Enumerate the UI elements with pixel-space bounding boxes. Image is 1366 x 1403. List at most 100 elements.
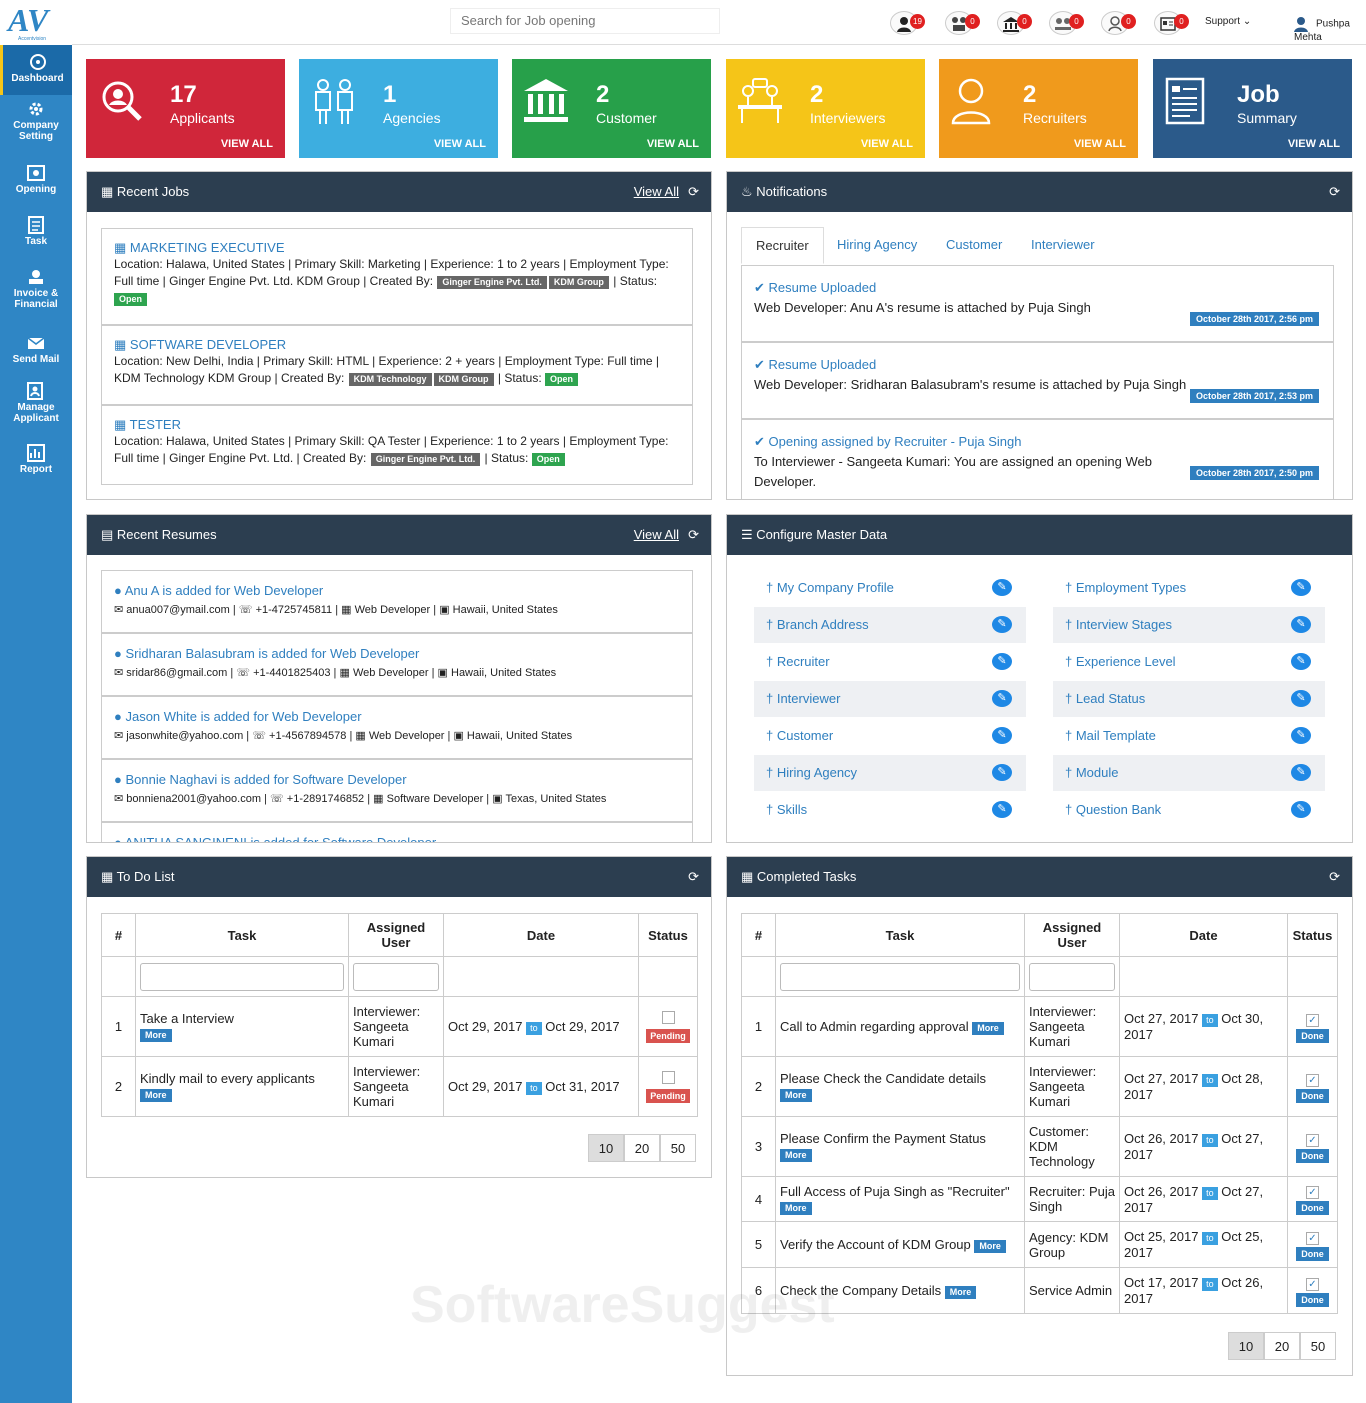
edit-icon[interactable]: ✎ xyxy=(1291,579,1311,596)
resume-item[interactable]: ● ANITHA SANGINENI is added for Software… xyxy=(101,822,693,842)
master-data-item[interactable]: † Branch Address ✎ xyxy=(754,607,1026,643)
page-size-50[interactable]: 50 xyxy=(660,1134,696,1162)
page-size-20[interactable]: 20 xyxy=(1264,1332,1300,1360)
master-data-label[interactable]: Skills xyxy=(777,802,807,817)
resume-title[interactable]: Sridharan Balasubram is added for Web De… xyxy=(125,646,419,661)
job-item[interactable]: ▦ TESTER Location: Halawa, United States… xyxy=(101,405,693,485)
master-data-label[interactable]: Branch Address xyxy=(777,617,869,632)
tab-recruiter[interactable]: Recruiter xyxy=(741,227,824,264)
master-data-item[interactable]: † Mail Template ✎ xyxy=(1053,718,1325,754)
status-checkbox[interactable] xyxy=(661,1010,675,1024)
page-size-10[interactable]: 10 xyxy=(1228,1332,1264,1360)
refresh-icon[interactable]: ⟳ xyxy=(688,857,699,897)
edit-icon[interactable]: ✎ xyxy=(992,764,1012,781)
card-agencies[interactable]: 1 Agencies VIEW ALL xyxy=(299,59,498,158)
master-data-label[interactable]: Interview Stages xyxy=(1076,617,1172,632)
status-checkbox[interactable] xyxy=(661,1070,675,1084)
user-filter-input[interactable] xyxy=(353,962,439,991)
user-menu[interactable]: Pushpa Mehta xyxy=(1294,16,1366,43)
sidebar-item-company-setting[interactable]: Company Setting xyxy=(0,100,72,155)
view-all-link[interactable]: VIEW ALL xyxy=(647,138,699,150)
master-data-item[interactable]: † Lead Status ✎ xyxy=(1053,681,1325,717)
sidebar-item-opening[interactable]: Opening xyxy=(0,164,72,212)
resume-item[interactable]: ● Anu A is added for Web Developer ✉ anua… xyxy=(101,570,693,633)
sidebar-item-task[interactable]: Task xyxy=(0,216,72,262)
tab-customer[interactable]: Customer xyxy=(932,227,1016,262)
master-data-label[interactable]: Question Bank xyxy=(1076,802,1161,817)
status-checkbox[interactable]: ✓ xyxy=(1306,1277,1319,1291)
tab-interviewer[interactable]: Interviewer xyxy=(1017,227,1109,262)
edit-icon[interactable]: ✎ xyxy=(992,616,1012,633)
recruiters-notification-button[interactable]: 0 xyxy=(1101,11,1136,35)
view-all-link[interactable]: VIEW ALL xyxy=(1074,138,1126,150)
applicants-notification-button[interactable]: 19 xyxy=(890,11,925,35)
master-data-label[interactable]: Experience Level xyxy=(1076,654,1176,669)
view-all-link[interactable]: VIEW ALL xyxy=(861,138,913,150)
edit-icon[interactable]: ✎ xyxy=(992,727,1012,744)
master-data-label[interactable]: Mail Template xyxy=(1076,728,1156,743)
task-filter-input[interactable] xyxy=(140,962,344,991)
master-data-item[interactable]: † Hiring Agency ✎ xyxy=(754,755,1026,791)
master-data-label[interactable]: Employment Types xyxy=(1076,580,1186,595)
sidebar-item-invoice[interactable]: Invoice & Financial xyxy=(0,268,72,318)
master-data-label[interactable]: Recruiter xyxy=(777,654,830,669)
refresh-icon[interactable]: ⟳ xyxy=(688,172,699,212)
master-data-item[interactable]: † Module ✎ xyxy=(1053,755,1325,791)
card-job-summary[interactable]: Job Summary VIEW ALL xyxy=(1153,59,1352,158)
edit-icon[interactable]: ✎ xyxy=(1291,690,1311,707)
master-data-label[interactable]: Lead Status xyxy=(1076,691,1145,706)
card-customer[interactable]: 2 Customer VIEW ALL xyxy=(512,59,711,158)
notification-item[interactable]: ✔ Resume Uploaded Web Developer: Sridhar… xyxy=(741,342,1334,419)
card-applicants[interactable]: 17 Applicants VIEW ALL xyxy=(86,59,285,158)
job-title[interactable]: MARKETING EXECUTIVE xyxy=(130,240,285,255)
master-data-item[interactable]: † Interview Stages ✎ xyxy=(1053,607,1325,643)
status-checkbox[interactable]: ✓ xyxy=(1306,1013,1319,1027)
master-data-item[interactable]: † Employment Types ✎ xyxy=(1053,570,1325,606)
edit-icon[interactable]: ✎ xyxy=(992,801,1012,818)
master-data-label[interactable]: Customer xyxy=(777,728,833,743)
edit-icon[interactable]: ✎ xyxy=(1291,801,1311,818)
status-checkbox[interactable]: ✓ xyxy=(1306,1186,1319,1199)
page-size-10[interactable]: 10 xyxy=(588,1134,624,1162)
master-data-label[interactable]: Hiring Agency xyxy=(777,765,857,780)
refresh-icon[interactable]: ⟳ xyxy=(1329,857,1340,897)
master-data-item[interactable]: † Experience Level ✎ xyxy=(1053,644,1325,680)
job-title[interactable]: SOFTWARE DEVELOPER xyxy=(130,337,286,352)
search-input[interactable]: Search for Job opening xyxy=(450,8,720,34)
view-all-link[interactable]: VIEW ALL xyxy=(1288,138,1340,150)
resume-title[interactable]: Anu A is added for Web Developer xyxy=(125,583,324,598)
status-checkbox[interactable]: ✓ xyxy=(1306,1073,1319,1087)
resume-item[interactable]: ● Sridharan Balasubram is added for Web … xyxy=(101,633,693,696)
master-data-label[interactable]: Module xyxy=(1076,765,1119,780)
master-data-item[interactable]: † Interviewer ✎ xyxy=(754,681,1026,717)
view-all-link[interactable]: VIEW ALL xyxy=(434,138,486,150)
master-data-label[interactable]: My Company Profile xyxy=(777,580,894,595)
more-button[interactable]: More xyxy=(780,1149,812,1162)
notification-item[interactable]: ✔ Opening assigned by Recruiter - Puja S… xyxy=(741,419,1334,499)
edit-icon[interactable]: ✎ xyxy=(992,653,1012,670)
master-data-item[interactable]: † Recruiter ✎ xyxy=(754,644,1026,680)
page-size-20[interactable]: 20 xyxy=(624,1134,660,1162)
view-all-link[interactable]: View All xyxy=(634,172,679,212)
card-interviewers[interactable]: 2 Interviewers VIEW ALL xyxy=(726,59,925,158)
sidebar-item-manage-applicant[interactable]: Manage Applicant xyxy=(0,382,72,432)
notification-title[interactable]: Resume Uploaded xyxy=(769,357,877,372)
sidebar-item-dashboard[interactable]: Dashboard xyxy=(0,45,72,95)
edit-icon[interactable]: ✎ xyxy=(1291,727,1311,744)
master-data-item[interactable]: † My Company Profile ✎ xyxy=(754,570,1026,606)
edit-icon[interactable]: ✎ xyxy=(1291,764,1311,781)
job-title[interactable]: TESTER xyxy=(130,417,181,432)
master-data-item[interactable]: † Customer ✎ xyxy=(754,718,1026,754)
user-filter-input[interactable] xyxy=(1029,962,1115,991)
resume-title[interactable]: Bonnie Naghavi is added for Software Dev… xyxy=(125,772,406,787)
master-data-label[interactable]: Interviewer xyxy=(777,691,841,706)
edit-icon[interactable]: ✎ xyxy=(1291,616,1311,633)
logo[interactable]: AV Accentvision xyxy=(0,0,72,45)
resume-title[interactable]: ANITHA SANGINENI is added for Software D… xyxy=(125,835,436,842)
edit-icon[interactable]: ✎ xyxy=(992,579,1012,596)
more-button[interactable]: More xyxy=(944,1285,977,1299)
customer-notification-button[interactable]: 0 xyxy=(997,11,1032,35)
sidebar-item-send-mail[interactable]: Send Mail xyxy=(0,334,72,370)
page-size-50[interactable]: 50 xyxy=(1300,1332,1336,1360)
resume-title[interactable]: Jason White is added for Web Developer xyxy=(125,709,361,724)
